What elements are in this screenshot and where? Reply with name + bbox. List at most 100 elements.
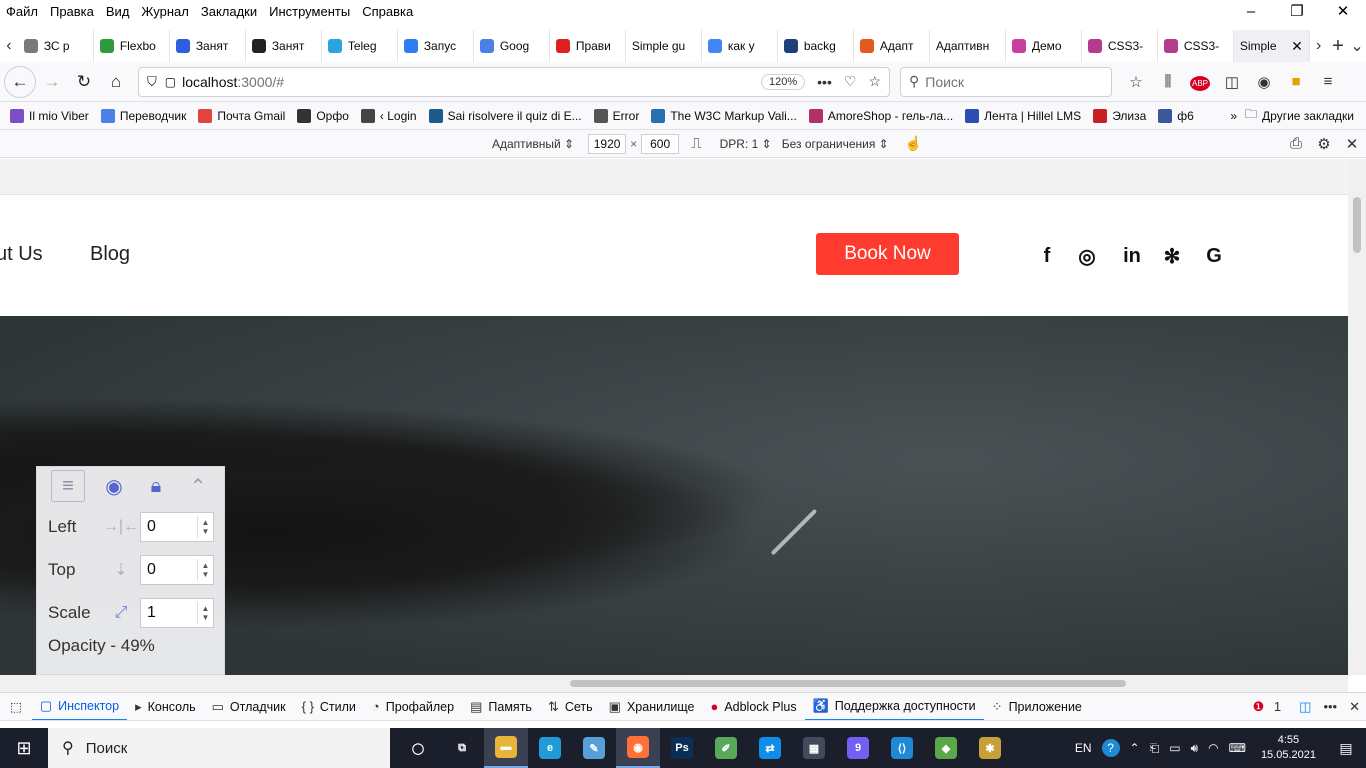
- url-bar[interactable]: ⛉ ▢ localhost:3000/# 120% ••• ♡ ☆: [138, 66, 890, 97]
- close-rdm-icon[interactable]: ✕: [1338, 135, 1366, 153]
- menu-history[interactable]: Журнал: [135, 4, 194, 19]
- browser-tab[interactable]: ЗС р: [18, 30, 94, 62]
- vscode-taskbar-icon[interactable]: ⟨⟩: [880, 728, 924, 768]
- bookmark-item[interactable]: AmoreShop - гель-ла...: [808, 108, 953, 123]
- account-icon[interactable]: ◉: [1248, 73, 1280, 91]
- edge-taskbar-icon[interactable]: e: [528, 728, 572, 768]
- vertical-scroll-thumb[interactable]: [1353, 197, 1361, 253]
- restore-icon[interactable]: ❐: [1274, 0, 1320, 22]
- tabs-scroll-left-icon[interactable]: ‹: [0, 37, 18, 55]
- left-stepper-icon[interactable]: ▲ ▼: [197, 515, 213, 538]
- shield-icon[interactable]: ⛉: [147, 74, 157, 90]
- keyboard-icon[interactable]: ⌨: [1229, 741, 1246, 755]
- bookmark-item[interactable]: Почта Gmail: [198, 108, 285, 123]
- notifications-icon[interactable]: ▤: [1326, 740, 1366, 757]
- top-input[interactable]: 0 ▲ ▼: [140, 554, 214, 585]
- pick-element-icon[interactable]: ⬚: [0, 693, 32, 721]
- devtools-tab[interactable]: ● Adblock Plus: [702, 693, 804, 721]
- menu-help[interactable]: Справка: [356, 4, 419, 19]
- hamburger-menu-icon[interactable]: ≡: [1312, 73, 1344, 90]
- browser-tab[interactable]: Запус: [398, 30, 474, 62]
- left-input[interactable]: 0 ▲ ▼: [140, 511, 214, 542]
- viber-taskbar-icon[interactable]: 9: [836, 728, 880, 768]
- devtools-tab[interactable]: ▤ Память: [462, 693, 540, 721]
- browser-tab[interactable]: Teleg: [322, 30, 398, 62]
- menu-bookmarks[interactable]: Закладки: [195, 4, 263, 19]
- book-now-button[interactable]: Book Now: [816, 233, 959, 275]
- touch-simulation-icon[interactable]: ☝: [905, 135, 922, 152]
- adblock-icon[interactable]: ABP: [1184, 73, 1216, 91]
- close-window-icon[interactable]: ✕: [1320, 0, 1366, 22]
- volume-icon[interactable]: 🔊︎: [1191, 741, 1199, 756]
- bookmark-item[interactable]: Error: [593, 108, 639, 123]
- bookmark-item[interactable]: Il mio Viber: [10, 108, 89, 123]
- devtools-tab[interactable]: ♿ Поддержка доступности: [804, 693, 984, 721]
- bookmark-item[interactable]: Переводчик: [100, 108, 186, 123]
- lock-icon[interactable]: 🔒︎: [135, 470, 177, 502]
- other-bookmarks[interactable]: 🗀 Другие закладки: [1245, 105, 1354, 126]
- devtools-tab[interactable]: { } Стили: [294, 693, 364, 721]
- calculator-taskbar-icon[interactable]: ▦: [792, 728, 836, 768]
- bookmark-item[interactable]: Орфо: [297, 108, 349, 123]
- library-icon[interactable]: ⫼: [1152, 73, 1184, 90]
- browser-tab[interactable]: CSS3-: [1158, 30, 1234, 62]
- devtools-menu-icon[interactable]: •••: [1323, 699, 1337, 714]
- top-stepper-icon[interactable]: ▲ ▼: [197, 558, 213, 581]
- browser-tab[interactable]: Flexbo: [94, 30, 170, 62]
- collapse-chevron-icon[interactable]: ⌃: [177, 470, 219, 502]
- rotate-icon[interactable]: ⎍: [691, 135, 702, 152]
- screenshot-icon[interactable]: ⎙: [1282, 135, 1310, 153]
- yelp-icon[interactable]: ✻: [1158, 241, 1186, 271]
- notepad-taskbar-icon[interactable]: ✐: [704, 728, 748, 768]
- battery-icon[interactable]: ▭: [1169, 741, 1180, 755]
- bookmark-item[interactable]: Лента | Hillel LMS: [965, 108, 1081, 123]
- clock[interactable]: 4:55 15.05.2021: [1261, 733, 1316, 763]
- browser-tab[interactable]: Адаптивн: [930, 30, 1006, 62]
- vertical-scrollbar[interactable]: [1348, 159, 1366, 675]
- page-info-icon[interactable]: ▢: [165, 75, 176, 89]
- task-view-taskbar-icon[interactable]: ◯: [396, 728, 440, 768]
- bookmark-item[interactable]: ‹ Login: [360, 108, 417, 123]
- devtools-tab[interactable]: ▢ Инспектор: [31, 693, 128, 721]
- nav-blog[interactable]: Blog: [90, 243, 130, 266]
- devtools-tab[interactable]: ⇅ Сеть: [540, 693, 601, 721]
- bookmark-item[interactable]: Элиза: [1093, 108, 1146, 123]
- menu-file[interactable]: Файл: [0, 4, 44, 19]
- windows-start-icon[interactable]: ⊞: [0, 728, 48, 768]
- devtools-tab[interactable]: ◔ Профайлер: [364, 693, 462, 721]
- linkedin-icon[interactable]: in: [1118, 241, 1146, 271]
- overlay-menu-icon[interactable]: ≡: [51, 470, 85, 502]
- reload-button[interactable]: ↻: [68, 66, 100, 98]
- language-indicator[interactable]: EN: [1075, 741, 1092, 755]
- search-input[interactable]: ⚲ Поиск: [900, 66, 1112, 97]
- tab-list-chevron-icon[interactable]: ⌄: [1348, 36, 1366, 56]
- devtools-tab[interactable]: ▭ Отладчик: [204, 693, 294, 721]
- tabs-scroll-right-icon[interactable]: ›: [1310, 37, 1328, 55]
- device-select[interactable]: Адаптивный ⇕: [492, 137, 574, 151]
- paint-taskbar-icon[interactable]: ✎: [572, 728, 616, 768]
- bookmark-item[interactable]: ф6: [1158, 108, 1194, 123]
- viewport-height-input[interactable]: 600: [641, 133, 680, 154]
- close-devtools-icon[interactable]: ✕: [1349, 699, 1360, 715]
- devtools-tab[interactable]: ▣ Хранилище: [601, 693, 703, 721]
- firefox-taskbar-icon[interactable]: ◉: [616, 728, 660, 768]
- bookmark-item[interactable]: The W3C Markup Vali...: [651, 108, 797, 123]
- explorer-taskbar-icon[interactable]: ▬: [484, 728, 528, 768]
- minimize-icon[interactable]: –: [1228, 0, 1274, 22]
- device-icon[interactable]: ⎗: [1150, 741, 1160, 756]
- eye-icon[interactable]: ◉: [93, 470, 135, 502]
- wifi-icon[interactable]: ◠: [1208, 741, 1218, 755]
- tray-expand-icon[interactable]: ⌃: [1130, 741, 1140, 755]
- extension-icon[interactable]: ■: [1280, 73, 1312, 90]
- teamviewer-taskbar-icon[interactable]: ⇄: [748, 728, 792, 768]
- new-tab-button[interactable]: +: [1328, 35, 1349, 58]
- facebook-icon[interactable]: f: [1033, 241, 1061, 271]
- viewport-width-input[interactable]: 1920: [588, 133, 627, 154]
- close-tab-icon[interactable]: ✕: [1291, 38, 1303, 55]
- zoom-indicator[interactable]: 120%: [761, 73, 806, 90]
- browser-tab[interactable]: backg: [778, 30, 854, 62]
- error-count-badge[interactable]: ❶ 1: [1253, 699, 1288, 715]
- opacity-label[interactable]: Opacity - 49%: [37, 636, 224, 656]
- browser-tab[interactable]: Занят: [246, 30, 322, 62]
- menu-edit[interactable]: Правка: [44, 4, 100, 19]
